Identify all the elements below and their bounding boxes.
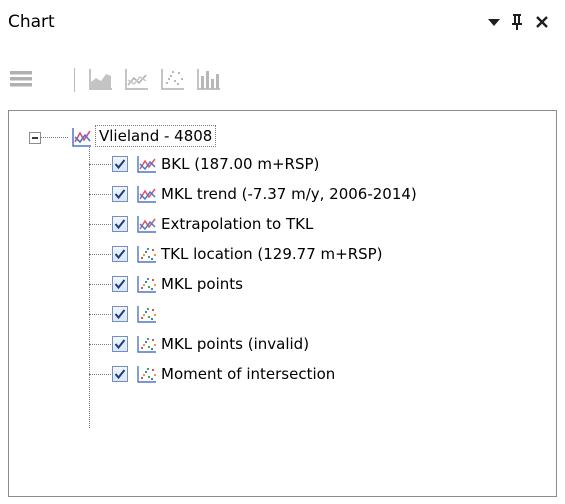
tree-item[interactable]: MKL points bbox=[9, 271, 549, 297]
panel-title: Chart bbox=[8, 12, 55, 32]
tree-connector bbox=[40, 137, 68, 138]
chart-panel: Chart Vlieland - 4808 BKL (187.00 m+RSP)… bbox=[0, 0, 565, 504]
visibility-checkbox[interactable] bbox=[112, 336, 128, 352]
scatter-chart-icon[interactable] bbox=[160, 66, 186, 92]
pin-icon bbox=[512, 14, 522, 30]
checkmark-icon bbox=[114, 249, 126, 260]
scatter-chart-icon bbox=[137, 365, 157, 387]
chart-layers-tree[interactable]: Vlieland - 4808 BKL (187.00 m+RSP) MKL t… bbox=[8, 110, 557, 497]
title-bar: Chart bbox=[0, 0, 565, 62]
visibility-checkbox[interactable] bbox=[112, 366, 128, 382]
checkmark-icon bbox=[114, 279, 126, 290]
line-chart-icon bbox=[137, 215, 157, 237]
checkmark-icon bbox=[114, 339, 126, 350]
visibility-checkbox[interactable] bbox=[112, 276, 128, 292]
tree-connector bbox=[89, 344, 111, 345]
area-chart-icon[interactable] bbox=[88, 66, 114, 92]
tree-item[interactable]: MKL points (invalid) bbox=[9, 331, 549, 357]
tree-item-label: TKL location (129.77 m+RSP) bbox=[161, 245, 383, 263]
visibility-checkbox[interactable] bbox=[112, 246, 128, 262]
tree-item[interactable]: TKL location (129.77 m+RSP) bbox=[9, 241, 549, 267]
menu-lines-icon[interactable] bbox=[8, 66, 34, 92]
checkmark-icon bbox=[114, 309, 126, 320]
close-icon bbox=[536, 16, 548, 28]
checkmark-icon bbox=[114, 189, 126, 200]
tree-item[interactable]: MKL trend (-7.37 m/y, 2006-2014) bbox=[9, 181, 549, 207]
bar-chart-icon[interactable] bbox=[196, 66, 222, 92]
visibility-checkbox[interactable] bbox=[112, 306, 128, 322]
tree-item[interactable]: BKL (187.00 m+RSP) bbox=[9, 151, 549, 177]
checkmark-icon bbox=[114, 159, 126, 170]
tree-item-label: MKL points (invalid) bbox=[161, 335, 310, 353]
collapse-toggle[interactable] bbox=[29, 132, 41, 144]
tree-item-label: Moment of intersection bbox=[161, 365, 336, 383]
line-chart-icon[interactable] bbox=[124, 66, 150, 92]
checkmark-icon bbox=[114, 369, 126, 380]
tree-connector bbox=[89, 194, 111, 195]
tree-item[interactable]: Moment of intersection bbox=[9, 361, 549, 387]
scatter-chart-icon bbox=[137, 275, 157, 297]
tree-connector bbox=[89, 374, 111, 375]
line-chart-icon bbox=[72, 127, 92, 151]
scatter-chart-icon bbox=[137, 245, 157, 267]
close-button[interactable] bbox=[529, 9, 555, 35]
tree-root-label[interactable]: Vlieland - 4808 bbox=[95, 125, 217, 147]
tree-item-label: BKL (187.00 m+RSP) bbox=[161, 155, 320, 173]
toolbar-separator bbox=[74, 68, 75, 92]
tree-item-label: MKL trend (-7.37 m/y, 2006-2014) bbox=[161, 185, 417, 203]
visibility-checkbox[interactable] bbox=[112, 216, 128, 232]
visibility-checkbox[interactable] bbox=[112, 186, 128, 202]
visibility-checkbox[interactable] bbox=[112, 156, 128, 172]
chevron-down-icon bbox=[488, 19, 500, 26]
scatter-chart-icon bbox=[137, 335, 157, 357]
tree-item[interactable] bbox=[9, 301, 549, 327]
pin-button[interactable] bbox=[504, 9, 530, 35]
checkmark-icon bbox=[114, 219, 126, 230]
tree-item[interactable]: Extrapolation to TKL bbox=[9, 211, 549, 237]
chart-toolbar bbox=[8, 60, 308, 98]
tree-connector bbox=[89, 224, 111, 225]
scatter-chart-icon bbox=[137, 305, 157, 327]
tree-connector bbox=[89, 284, 111, 285]
tree-item-label: MKL points bbox=[161, 275, 243, 293]
line-chart-icon bbox=[137, 185, 157, 207]
tree-connector bbox=[89, 164, 111, 165]
line-chart-icon bbox=[137, 155, 157, 177]
tree-connector bbox=[89, 254, 111, 255]
tree-item-label: Extrapolation to TKL bbox=[161, 215, 314, 233]
tree-connector bbox=[89, 314, 111, 315]
